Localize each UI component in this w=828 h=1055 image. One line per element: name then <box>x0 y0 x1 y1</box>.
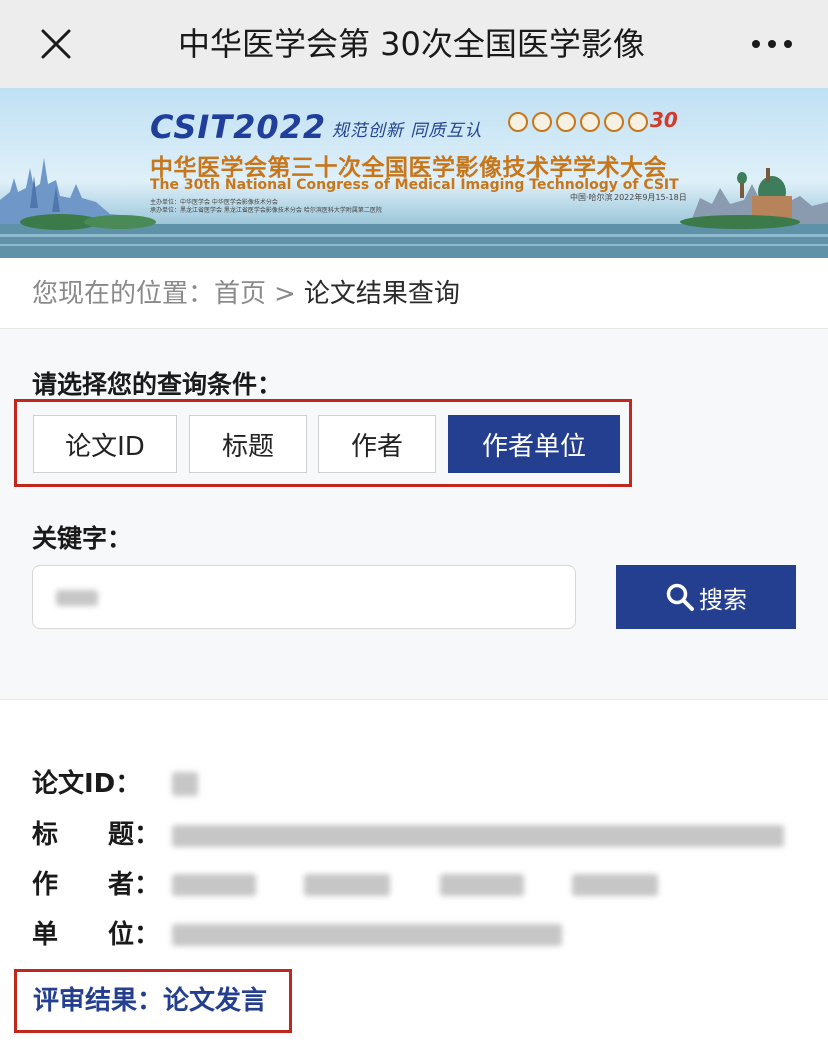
banner-title-en: The 30th National Congress of Medical Im… <box>150 177 679 193</box>
more-icon <box>752 40 760 48</box>
keyword-label: 关键字： <box>32 524 133 553</box>
condition-affiliation-button[interactable]: 作者单位 <box>448 415 620 473</box>
query-condition-label: 请选择您的查询条件： <box>32 370 283 399</box>
result-author-blurred <box>304 874 390 896</box>
more-icon-dot <box>784 40 792 48</box>
banner-logo: CSIT2022 <box>150 108 327 146</box>
condition-paper-id-button[interactable]: 论文ID <box>33 415 177 473</box>
condition-author-button[interactable]: 作者 <box>318 415 436 473</box>
breadcrumb-prefix: 您现在的位置： <box>32 279 215 309</box>
more-button[interactable] <box>748 22 796 66</box>
result-affiliation-label-a: 单 <box>32 920 59 950</box>
result-author-label-a: 作 <box>32 870 59 900</box>
search-button-label: 搜索 <box>699 585 747 614</box>
banner-city: 中国·哈尔滨 <box>570 193 613 202</box>
condition-title-button[interactable]: 标题 <box>189 415 307 473</box>
conference-banner: CSIT2022 规范创新 同质互认 30 中华医学会第三十次全国医学影像技术学… <box>0 88 828 258</box>
society-badge <box>628 112 648 132</box>
result-paper-id-blurred <box>172 772 198 796</box>
result-affiliation-blurred <box>172 924 562 946</box>
review-result-label: 评审结果： <box>33 986 164 1016</box>
anniversary-mark: 30 <box>650 108 678 132</box>
review-result-value: 论文发言 <box>163 986 268 1016</box>
result-affiliation-label: 单 位： <box>32 915 160 955</box>
result-title-label-b: 题： <box>108 820 161 850</box>
banner-co-organizer: 承办单位：黑龙江省医学会 黑龙江省医学会影像技术分会 哈尔滨医科大学附属第二医院 <box>150 207 382 214</box>
banner-date: 2022年9月15-18日 <box>614 193 687 202</box>
keyword-blurred-text <box>56 590 98 606</box>
banner-society-badges <box>508 112 648 132</box>
review-result: 评审结果：论文发言 <box>33 982 267 1020</box>
society-badge <box>532 112 552 132</box>
result-title-blurred <box>172 825 784 847</box>
review-result-highlight: 评审结果：论文发言 <box>14 969 292 1033</box>
search-button[interactable]: 搜索 <box>616 565 796 629</box>
result-title-label-a: 标 <box>32 820 59 850</box>
society-badge <box>604 112 624 132</box>
society-badge <box>508 112 528 132</box>
search-icon <box>666 583 694 611</box>
close-icon <box>41 29 71 59</box>
query-panel: 请选择您的查询条件： 论文ID 标题 作者 作者单位 关键字： 搜索 <box>0 328 828 700</box>
result-author-blurred <box>440 874 524 896</box>
more-icon-dot <box>768 40 776 48</box>
result-author-blurred <box>572 874 658 896</box>
query-condition-group: 论文ID 标题 作者 作者单位 <box>14 399 632 487</box>
breadcrumb: 您现在的位置：首页 > 论文结果查询 <box>32 274 460 314</box>
breadcrumb-current: 论文结果查询 <box>303 279 460 309</box>
window-title: 中华医学会第 30次全国医学影像 <box>178 25 645 63</box>
result-author-blurred <box>172 874 256 896</box>
result-affiliation-label-b: 位： <box>108 920 161 950</box>
breadcrumb-separator: > <box>274 279 296 309</box>
keyword-input[interactable] <box>32 565 576 629</box>
result-paper-id-label: 论文ID： <box>32 769 142 799</box>
result-title-label: 标 题： <box>32 815 160 855</box>
result-author-label: 作 者： <box>32 865 160 905</box>
top-bar: 中华医学会第 30次全国医学影像 <box>0 0 828 88</box>
banner-slogan: 规范创新 同质互认 <box>332 121 483 141</box>
result-author-label-b: 者： <box>108 870 161 900</box>
society-badge <box>556 112 576 132</box>
close-button[interactable] <box>34 22 78 66</box>
society-badge <box>580 112 600 132</box>
breadcrumb-home-link[interactable]: 首页 <box>214 279 266 309</box>
